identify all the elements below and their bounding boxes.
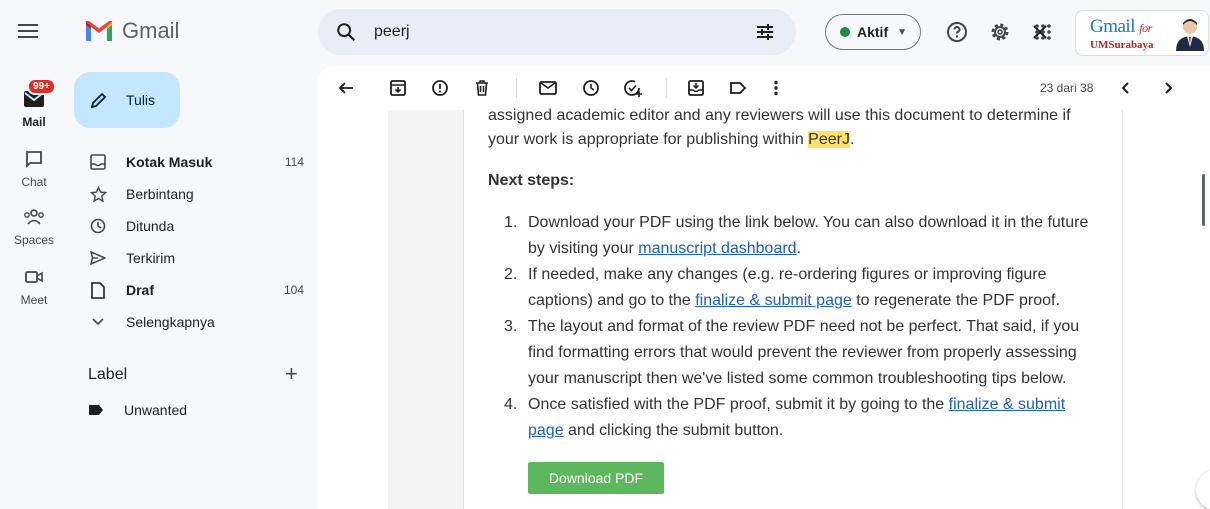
nav-item-starred[interactable]: Berbintang bbox=[74, 178, 314, 210]
list-item: 1. Download your PDF using the link below… bbox=[504, 214, 1089, 257]
nav-item-sent[interactable]: Terkirim bbox=[74, 242, 314, 274]
add-to-tasks-icon[interactable] bbox=[623, 78, 643, 98]
spaces-people-icon bbox=[24, 209, 44, 225]
nav-count: 104 bbox=[283, 283, 304, 297]
label-tag-icon bbox=[89, 405, 103, 415]
star-icon bbox=[89, 185, 107, 203]
nav-label: Selengkapnya bbox=[126, 314, 215, 330]
steps-list: 1. Download your PDF using the link below… bbox=[504, 210, 1104, 444]
move-to-icon[interactable] bbox=[686, 78, 706, 98]
email-intro-paragraph: assigned academic editor and any reviewe… bbox=[488, 107, 1071, 148]
rail-item-spaces[interactable]: Spaces bbox=[8, 202, 60, 247]
next-steps-heading: Next steps: bbox=[488, 172, 575, 189]
mark-unread-mail-icon[interactable] bbox=[538, 78, 558, 98]
label-item-unwanted[interactable]: Unwanted bbox=[88, 402, 187, 418]
nav-label: Draf bbox=[126, 282, 155, 298]
rail-item-chat[interactable]: Chat bbox=[8, 144, 60, 189]
rail-label: Mail bbox=[22, 115, 46, 129]
nav-count: 114 bbox=[284, 155, 304, 169]
toolbar-divider bbox=[516, 78, 517, 98]
back-arrow-icon[interactable] bbox=[336, 78, 356, 98]
avatar[interactable] bbox=[1174, 17, 1206, 51]
scrollbar-thumb[interactable] bbox=[1202, 174, 1205, 226]
email-content: assigned academic editor and any reviewe… bbox=[463, 107, 1123, 509]
inbox-icon bbox=[90, 154, 106, 170]
email-body-frame: assigned academic editor and any reviewe… bbox=[388, 107, 1123, 509]
search-input[interactable]: peerj bbox=[374, 23, 410, 41]
labels-heading: Label bbox=[88, 366, 128, 383]
unread-count-badge: 99+ bbox=[27, 78, 56, 95]
nav-label: Kotak Masuk bbox=[126, 154, 213, 170]
archive-icon[interactable] bbox=[388, 78, 408, 98]
report-spam-icon[interactable] bbox=[430, 78, 450, 98]
nav-item-snoozed[interactable]: Ditunda bbox=[74, 210, 314, 242]
list-item: 2. If needed, make any changes (e.g. re-o… bbox=[504, 266, 1060, 309]
compose-label: Tulis bbox=[126, 92, 156, 108]
nav-item-more[interactable]: Selengkapnya bbox=[74, 306, 314, 338]
main-menu-icon[interactable] bbox=[18, 24, 38, 38]
app-name: Gmail bbox=[122, 18, 180, 43]
draft-file-icon bbox=[91, 281, 105, 299]
add-label-icon[interactable]: + bbox=[285, 363, 298, 385]
delete-trash-icon[interactable] bbox=[472, 78, 492, 98]
nav-label: Ditunda bbox=[126, 218, 175, 234]
manuscript-dashboard-link[interactable]: manuscript dashboard bbox=[638, 240, 796, 257]
help-icon[interactable] bbox=[945, 20, 969, 44]
gmail-logo[interactable]: Gmail bbox=[84, 18, 179, 44]
search-options-icon[interactable] bbox=[755, 22, 775, 42]
send-icon bbox=[90, 251, 106, 265]
status-label: Aktif bbox=[857, 24, 889, 40]
chevron-down-icon: ▼ bbox=[897, 26, 908, 38]
gmail-m-icon bbox=[86, 21, 112, 41]
video-camera-icon bbox=[25, 271, 43, 283]
nav-label: Berbintang bbox=[126, 186, 194, 202]
status-dropdown[interactable]: Aktif ▼ bbox=[825, 14, 921, 50]
rail-item-meet[interactable]: Meet bbox=[8, 262, 60, 307]
toolbar-divider bbox=[666, 78, 667, 98]
chevron-down-icon bbox=[92, 318, 104, 326]
download-pdf-button[interactable]: Download PDF bbox=[528, 462, 664, 494]
chat-icon bbox=[26, 151, 42, 169]
nav-label: Terkirim bbox=[126, 250, 175, 266]
rail-label: Spaces bbox=[13, 233, 55, 247]
search-highlight: PeerJ bbox=[808, 131, 850, 148]
nav-item-drafts[interactable]: Draf 104 bbox=[74, 274, 314, 306]
nav-item-inbox[interactable]: Kotak Masuk 114 bbox=[74, 146, 314, 178]
pagination-text: 23 dari 38 bbox=[1040, 81, 1094, 95]
search-icon[interactable] bbox=[335, 21, 357, 43]
rail-item-mail[interactable]: 99+ Mail bbox=[8, 78, 60, 129]
more-vertical-icon[interactable] bbox=[766, 78, 786, 98]
chevron-right-icon[interactable] bbox=[1158, 78, 1178, 98]
status-dot-icon bbox=[840, 27, 850, 37]
chevron-left-icon[interactable] bbox=[1116, 78, 1136, 98]
rail-label: Meet bbox=[20, 293, 48, 307]
finalize-submit-link[interactable]: finalize & submit page bbox=[695, 292, 852, 309]
clock-icon bbox=[90, 218, 106, 234]
snooze-clock-icon[interactable] bbox=[581, 78, 601, 98]
rail-label: Chat bbox=[21, 175, 47, 189]
account-brand-logo[interactable]: Gmail for UMSurabaya bbox=[1075, 10, 1209, 56]
list-item: 3. The layout and format of the review PD… bbox=[504, 318, 1080, 387]
brand-logo-text: Gmail for bbox=[1090, 16, 1152, 37]
brand-org-text: UMSurabaya bbox=[1090, 39, 1154, 51]
label-name: Unwanted bbox=[124, 402, 188, 418]
search-bar[interactable]: peerj bbox=[318, 9, 1047, 55]
pencil-icon bbox=[90, 92, 107, 109]
settings-gear-icon[interactable] bbox=[988, 20, 1012, 44]
compose-button[interactable]: Tulis bbox=[74, 72, 180, 128]
list-item: 4. Once satisfied with the PDF proof, sub… bbox=[504, 396, 1066, 439]
apps-grid-icon[interactable] bbox=[1031, 20, 1055, 44]
message-panel: 23 dari 38 assigned academic editor and … bbox=[318, 66, 1210, 509]
label-tag-icon[interactable] bbox=[728, 78, 748, 98]
side-panel-toggle-button[interactable] bbox=[1196, 470, 1210, 509]
